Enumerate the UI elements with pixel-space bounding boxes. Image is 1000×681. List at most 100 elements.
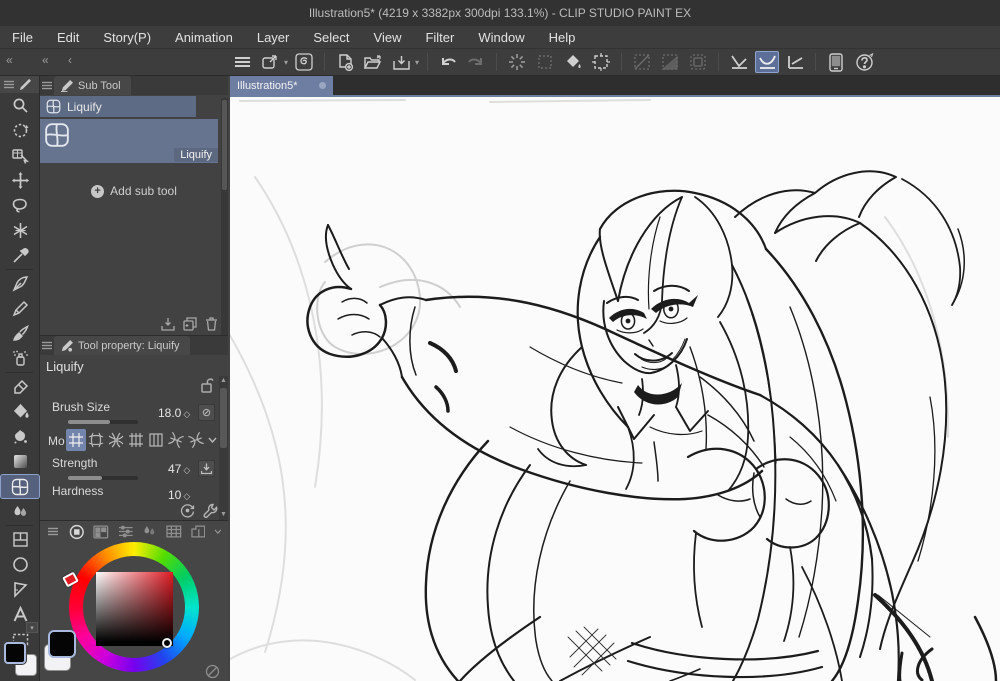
help-icon[interactable] (852, 51, 876, 73)
reset-all-settings-icon[interactable] (180, 503, 195, 518)
save-dropdown-icon[interactable]: ▾ (415, 58, 419, 67)
auto-select-tool[interactable] (0, 218, 40, 243)
panel-foreground-color-swatch[interactable] (48, 630, 76, 658)
menu-select[interactable]: Select (313, 30, 349, 45)
subtool-scrollbar[interactable] (221, 98, 228, 335)
liquify-tool[interactable] (0, 474, 40, 499)
brush-size-slider[interactable] (68, 420, 138, 424)
rotate-canvas-tool[interactable] (0, 118, 40, 143)
snap-special-ruler-icon[interactable] (755, 51, 780, 73)
back-subtool-button[interactable]: ‹ (68, 53, 73, 67)
brush-size-value[interactable]: 18.0 (158, 406, 181, 420)
panel-menu-icon[interactable] (4, 80, 14, 89)
tool-panel-tab[interactable] (0, 76, 39, 93)
color-wheel-tab-icon[interactable] (69, 524, 85, 540)
hardness-value[interactable]: 10 (168, 488, 181, 502)
document-canvas[interactable] (230, 97, 1000, 681)
collapse-subtool-panel-button[interactable]: « (42, 53, 50, 67)
tool-property-scrollbar[interactable]: ▲ ▼ (219, 376, 228, 520)
canvas-frame-icon[interactable] (589, 51, 613, 73)
tool-property-menu-icon[interactable] (40, 336, 54, 355)
fill-icon[interactable] (561, 51, 585, 73)
liquify-mode-expand-icon[interactable] (86, 429, 106, 451)
color-panel-more-icon[interactable] (214, 529, 222, 534)
undo-icon[interactable] (436, 51, 460, 73)
mesh-transform-icon[interactable] (686, 51, 710, 73)
zoom-tool[interactable] (0, 93, 40, 118)
gradient-tool[interactable] (0, 449, 40, 474)
color-slider-tab-icon[interactable] (118, 525, 134, 538)
menu-layer[interactable]: Layer (257, 30, 290, 45)
subtool-tab[interactable]: Sub Tool (54, 76, 131, 95)
menu-view[interactable]: View (374, 30, 402, 45)
operation-tool[interactable] (0, 143, 40, 168)
menu-file[interactable]: File (12, 30, 33, 45)
transparent-color-icon[interactable] (205, 664, 220, 681)
reselect-icon[interactable] (533, 51, 557, 73)
free-transform-icon[interactable] (658, 51, 682, 73)
register-subtool-icon[interactable] (161, 317, 175, 331)
document-tab[interactable]: Illustration5* (230, 76, 333, 95)
liquify-mode-push-left-icon[interactable] (126, 429, 146, 451)
liquify-mode-twirl-right-icon[interactable] (186, 429, 206, 451)
ruler-tool[interactable] (0, 577, 40, 602)
menu-help[interactable]: Help (549, 30, 576, 45)
menu-edit[interactable]: Edit (57, 30, 79, 45)
approx-color-tab-icon[interactable] (190, 525, 206, 538)
subtool-panel-menu-icon[interactable] (40, 76, 54, 95)
menu-animation[interactable]: Animation (175, 30, 233, 45)
open-file-icon[interactable] (361, 51, 385, 73)
document-close-icon[interactable] (319, 82, 326, 89)
selection-lasso-tool[interactable] (0, 193, 40, 218)
tool-settings-wrench-icon[interactable] (203, 503, 218, 518)
figure-tool[interactable] (0, 552, 40, 577)
blend-tool[interactable] (0, 499, 40, 524)
frame-border-tool[interactable] (0, 527, 40, 552)
liquify-mode-push-right-icon[interactable] (146, 429, 166, 451)
eraser-tool[interactable] (0, 374, 40, 399)
strength-stepper-icon[interactable]: ◇ (183, 465, 190, 475)
launcher-dropdown-icon[interactable]: ▾ (284, 58, 288, 67)
redo-icon[interactable] (464, 51, 488, 73)
eyedropper-tool[interactable] (0, 243, 40, 268)
color-mixing-tab-icon[interactable] (142, 525, 157, 538)
pencil-tool[interactable] (0, 296, 40, 321)
hardness-stepper-icon[interactable]: ◇ (183, 491, 190, 501)
snap-grid-icon[interactable] (783, 51, 807, 73)
strength-slider[interactable] (68, 476, 138, 480)
strength-value[interactable]: 47 (168, 462, 181, 476)
saturation-value-square[interactable] (96, 572, 173, 646)
move-layer-tool[interactable] (0, 168, 40, 193)
decoration-tool[interactable] (0, 424, 40, 449)
scale-rotate-icon[interactable] (630, 51, 654, 73)
foreground-color-swatch[interactable] (4, 642, 26, 664)
unlock-icon[interactable] (201, 378, 214, 398)
companion-mode-icon[interactable] (824, 51, 848, 73)
sv-marker[interactable] (162, 638, 172, 648)
strength-adjust-icon[interactable] (198, 460, 215, 477)
liquify-mode-push-icon[interactable] (66, 429, 86, 451)
clip-studio-icon[interactable] (292, 51, 316, 73)
color-set-tab-icon[interactable] (93, 525, 109, 539)
liquify-mode-twirl-left-icon[interactable] (166, 429, 186, 451)
duplicate-subtool-icon[interactable] (183, 317, 197, 331)
add-subtool-button[interactable]: + Add sub tool (40, 181, 228, 201)
subtool-item-liquify[interactable]: Liquify (40, 119, 218, 163)
color-panel-menu-icon[interactable] (46, 522, 60, 541)
menu-filter[interactable]: Filter (425, 30, 454, 45)
snap-ruler-icon[interactable] (727, 51, 751, 73)
brush-size-stepper-icon[interactable]: ◇ (183, 409, 190, 419)
mode-dropdown-icon[interactable] (206, 429, 218, 451)
intermediate-color-tab-icon[interactable] (166, 525, 182, 538)
subtool-group-header[interactable]: Liquify (40, 96, 196, 117)
launcher-icon[interactable] (258, 51, 282, 73)
delete-subtool-icon[interactable] (205, 317, 218, 331)
menu-story[interactable]: Story(P) (103, 30, 151, 45)
new-file-icon[interactable] (333, 51, 357, 73)
main-menu-icon[interactable] (230, 51, 254, 73)
tool-property-tab[interactable]: Tool property: Liquify (54, 336, 190, 355)
collapse-tool-panel-button[interactable]: « (6, 53, 14, 67)
airbrush-tool[interactable] (0, 346, 40, 371)
save-file-icon[interactable] (389, 51, 413, 73)
tool-panel-more-icon[interactable]: ▾ (26, 622, 38, 633)
